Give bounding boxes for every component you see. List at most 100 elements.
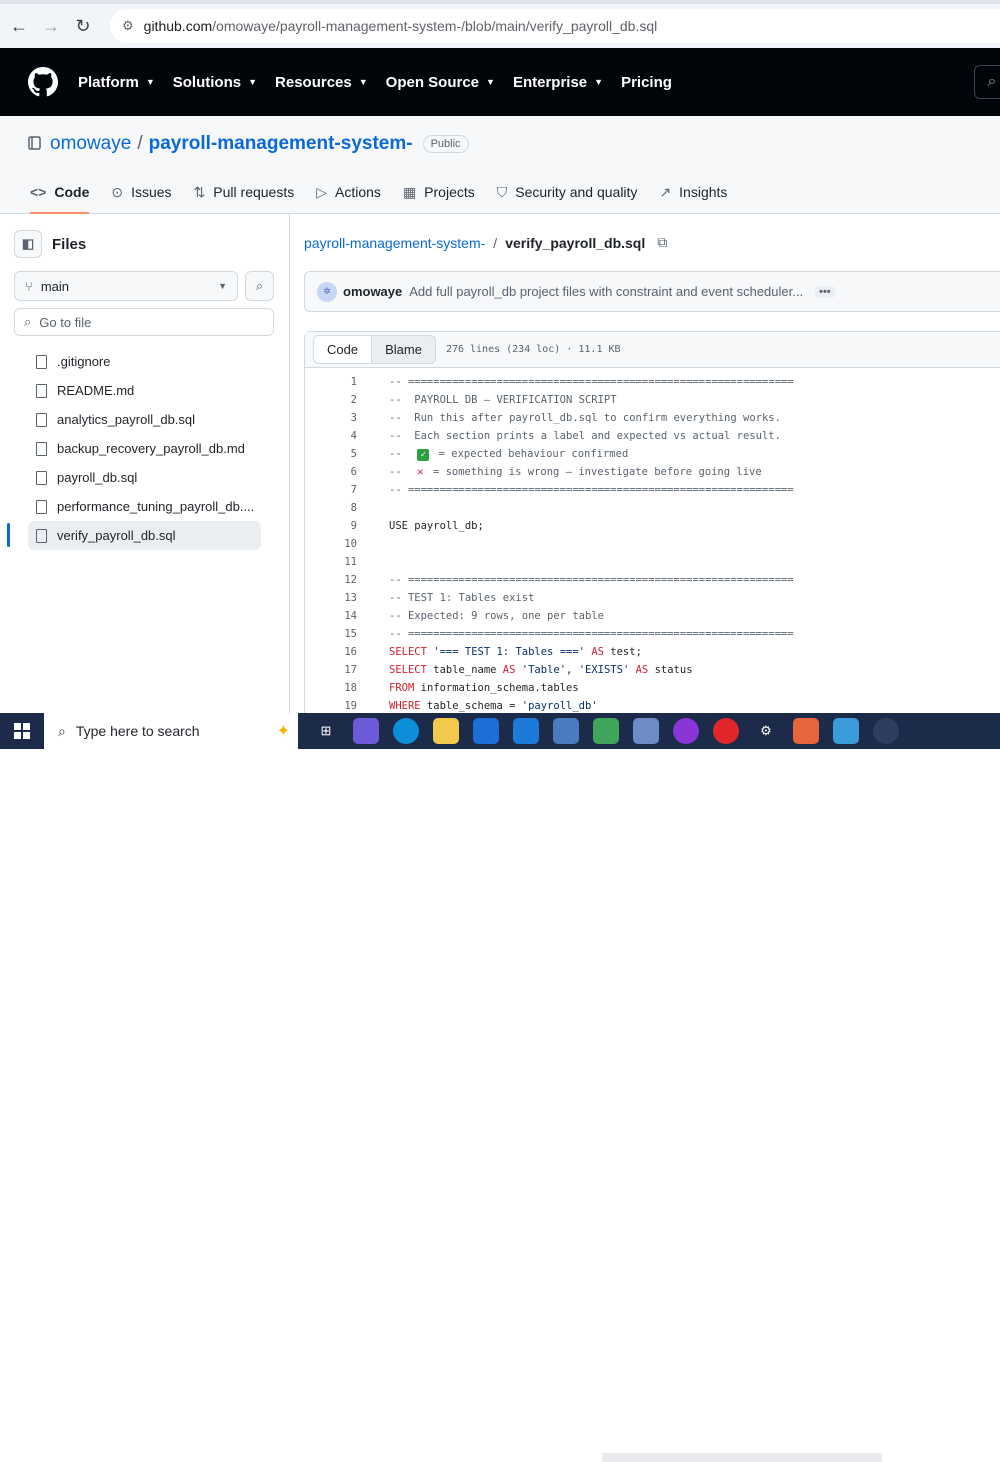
- app-icon[interactable]: [593, 718, 619, 744]
- copilot-app-icon[interactable]: [353, 718, 379, 744]
- code-line: 8: [305, 499, 1000, 517]
- code-view-button[interactable]: Code: [314, 336, 372, 363]
- nav-platform[interactable]: Platform ▼: [78, 74, 155, 91]
- repo-name-link[interactable]: payroll-management-system-: [149, 133, 413, 155]
- file-item[interactable]: payroll_db.sql: [0, 463, 261, 492]
- file-item[interactable]: performance_tuning_payroll_db....: [0, 492, 261, 521]
- back-arrow-icon[interactable]: ←: [6, 13, 32, 39]
- line-number[interactable]: 14: [305, 610, 357, 622]
- file-search-button[interactable]: ⌕: [245, 271, 274, 301]
- chevron-down-icon: ▼: [358, 77, 368, 87]
- line-number[interactable]: 19: [305, 700, 357, 712]
- copilot-sparkle-icon: ✦: [276, 723, 290, 740]
- line-number[interactable]: 5: [305, 448, 357, 460]
- nav-solutions[interactable]: Solutions ▼: [173, 74, 257, 91]
- settings-gear-icon[interactable]: ⚙: [753, 718, 779, 744]
- site-settings-icon[interactable]: ⚙: [122, 18, 134, 34]
- breadcrumb-repo-link[interactable]: payroll-management-system-: [304, 235, 485, 251]
- forward-arrow-icon[interactable]: →: [38, 13, 64, 39]
- tab-insights[interactable]: ↗ Insights: [659, 180, 727, 214]
- tab-pull-requests[interactable]: ⇅ Pull requests: [194, 180, 295, 214]
- reload-icon[interactable]: ↻: [70, 13, 96, 39]
- nav-open-source[interactable]: Open Source ▼: [386, 74, 495, 91]
- github-logo-icon[interactable]: [28, 67, 58, 97]
- tab-issues[interactable]: ⊙ Issues: [111, 180, 171, 214]
- app-icon[interactable]: [633, 718, 659, 744]
- tab-projects[interactable]: ▦ Projects: [403, 180, 475, 214]
- file-item[interactable]: backup_recovery_payroll_db.md: [0, 434, 261, 463]
- chevron-down-icon: ▼: [218, 281, 227, 291]
- opera-browser-icon[interactable]: [713, 718, 739, 744]
- code-line: 3 -- Run this after payroll_db.sql to con…: [305, 409, 1000, 427]
- start-button[interactable]: [0, 713, 44, 749]
- copy-path-icon[interactable]: ⧉: [657, 234, 667, 251]
- table-icon: ▦: [402, 184, 417, 200]
- file-icon: [36, 441, 47, 456]
- issue-icon: ⊙: [111, 184, 124, 200]
- line-content: -- TEST 1: Tables exist: [389, 592, 535, 604]
- expand-commit-button[interactable]: •••: [815, 285, 835, 298]
- line-number[interactable]: 7: [305, 484, 357, 496]
- line-number[interactable]: 16: [305, 646, 357, 658]
- line-number[interactable]: 2: [305, 394, 357, 406]
- file-explorer-icon[interactable]: [433, 718, 459, 744]
- line-number[interactable]: 15: [305, 628, 357, 640]
- app-icon[interactable]: [793, 718, 819, 744]
- nav-resources[interactable]: Resources ▼: [275, 74, 368, 91]
- branch-selector[interactable]: ⑂ main ▼: [14, 271, 238, 301]
- line-number[interactable]: 4: [305, 430, 357, 442]
- commit-message[interactable]: Add full payroll_db project files with c…: [409, 284, 803, 299]
- nav-label: Enterprise: [512, 73, 588, 91]
- line-content: -- ✓ = expected behaviour confirmed: [389, 447, 629, 461]
- browser-toolbar: ← → ↻ ⚙ github.com/omowaye/payroll-manag…: [0, 0, 1000, 48]
- code-icon: <>: [30, 184, 47, 200]
- file-item-active[interactable]: verify_payroll_db.sql: [28, 521, 261, 550]
- header-search-icon[interactable]: ⌕: [974, 65, 1000, 99]
- file-icon: [36, 470, 47, 485]
- line-content: -- Expected: 9 rows, one per table: [389, 610, 604, 622]
- collapse-panel-icon[interactable]: ◧: [14, 230, 42, 258]
- line-number[interactable]: 12: [305, 574, 357, 586]
- files-header: ◧ Files: [14, 230, 86, 258]
- line-number[interactable]: 17: [305, 664, 357, 676]
- line-number[interactable]: 18: [305, 682, 357, 694]
- tab-label: Projects: [424, 184, 475, 200]
- blame-view-button[interactable]: Blame: [371, 336, 435, 363]
- store-icon[interactable]: [473, 718, 499, 744]
- graph-icon: ↗: [659, 184, 672, 200]
- nav-pricing[interactable]: Pricing: [621, 74, 672, 91]
- mail-icon[interactable]: [513, 718, 539, 744]
- line-number[interactable]: 1: [305, 376, 357, 388]
- file-item[interactable]: README.md: [0, 376, 261, 405]
- line-number[interactable]: 13: [305, 592, 357, 604]
- go-to-file-placeholder: Go to file: [39, 314, 92, 330]
- tab-code[interactable]: <> Code: [30, 180, 90, 214]
- tab-actions[interactable]: ▷ Actions: [316, 180, 381, 214]
- avatar[interactable]: ✲: [317, 281, 337, 302]
- line-number[interactable]: 6: [305, 466, 357, 478]
- nav-label: Open Source: [385, 73, 480, 91]
- line-number[interactable]: 8: [305, 502, 357, 514]
- address-bar[interactable]: ⚙ github.com/omowaye/payroll-management-…: [110, 9, 1000, 43]
- line-number[interactable]: 3: [305, 412, 357, 424]
- repo-owner-link[interactable]: omowaye: [50, 133, 131, 155]
- line-number[interactable]: 9: [305, 520, 357, 532]
- code-line: 12 -- ===================================…: [305, 571, 1000, 589]
- app-icon[interactable]: [673, 718, 699, 744]
- line-number[interactable]: 11: [305, 556, 357, 568]
- app-icon[interactable]: [833, 718, 859, 744]
- go-to-file-input[interactable]: ⌕ Go to file: [14, 308, 274, 336]
- file-item[interactable]: .gitignore: [0, 347, 261, 376]
- chrome-browser-icon[interactable]: [873, 718, 899, 744]
- breadcrumb-separator: /: [493, 234, 498, 251]
- shield-icon: ⛉: [496, 184, 508, 200]
- commit-author[interactable]: omowaye: [343, 284, 402, 299]
- file-item[interactable]: analytics_payroll_db.sql: [0, 405, 261, 434]
- nav-enterprise[interactable]: Enterprise ▼: [513, 74, 603, 91]
- edge-browser-icon[interactable]: [393, 718, 419, 744]
- app-icon[interactable]: [553, 718, 579, 744]
- task-view-icon[interactable]: ⊞: [313, 718, 339, 744]
- tab-security[interactable]: ⛉ Security and quality: [497, 180, 638, 214]
- taskbar-search[interactable]: ⌕ Type here to search ✦: [44, 713, 298, 749]
- line-number[interactable]: 10: [305, 538, 357, 550]
